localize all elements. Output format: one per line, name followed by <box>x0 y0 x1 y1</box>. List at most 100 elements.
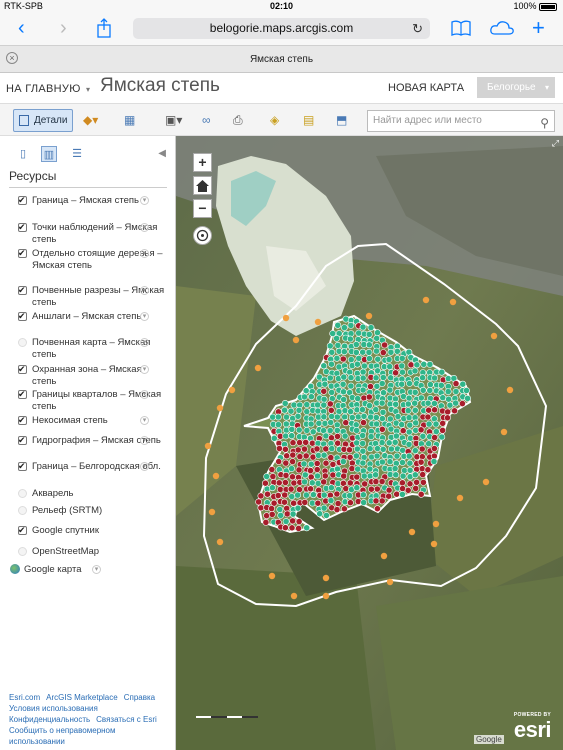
monitoring-point[interactable] <box>367 324 375 331</box>
layout-icon[interactable]: ▦ <box>124 113 135 127</box>
monitoring-point[interactable] <box>432 428 440 435</box>
tree-point[interactable] <box>452 380 460 387</box>
monitoring-point[interactable] <box>406 380 413 387</box>
tree-point[interactable] <box>276 485 284 493</box>
tree-point[interactable] <box>262 518 270 526</box>
footer-link-contact[interactable]: Связаться с Esri <box>96 715 157 724</box>
monitoring-point[interactable] <box>303 408 311 415</box>
monitoring-point[interactable] <box>368 453 375 461</box>
tree-point[interactable] <box>264 490 271 498</box>
tree-point[interactable] <box>339 355 347 363</box>
monitoring-point[interactable] <box>464 394 471 402</box>
layer-item[interactable]: Гидрография – Ямская степь▾ <box>18 434 168 447</box>
print-icon[interactable]: ⎙ <box>233 113 243 128</box>
monitoring-point[interactable] <box>308 479 316 487</box>
tree-point[interactable] <box>340 472 348 480</box>
tree-point[interactable] <box>281 491 289 499</box>
monitoring-point[interactable] <box>316 510 324 518</box>
monitoring-point[interactable] <box>411 367 419 375</box>
tree-point[interactable] <box>346 453 354 461</box>
monitoring-point[interactable] <box>354 465 362 473</box>
tree-point[interactable] <box>418 445 426 453</box>
collapse-sidebar-icon[interactable]: ◀ <box>158 148 166 159</box>
observation-point[interactable] <box>432 520 440 528</box>
tree-point[interactable] <box>399 485 406 492</box>
monitoring-point[interactable] <box>425 440 433 448</box>
monitoring-point[interactable] <box>373 347 380 355</box>
tree-point[interactable] <box>301 498 309 506</box>
monitoring-point[interactable] <box>287 407 295 415</box>
monitoring-point[interactable] <box>340 324 348 331</box>
monitoring-point[interactable] <box>360 453 368 461</box>
tree-point[interactable] <box>289 517 296 525</box>
tree-point[interactable] <box>451 407 458 415</box>
monitoring-point[interactable] <box>392 400 400 408</box>
content-tab-icon[interactable]: ▥ <box>41 146 57 162</box>
chevron-down-icon[interactable]: ▾ <box>140 196 149 205</box>
monitoring-point[interactable] <box>339 458 347 465</box>
monitoring-point[interactable] <box>392 471 400 479</box>
monitoring-point[interactable] <box>365 348 373 356</box>
monitoring-point[interactable] <box>417 394 425 402</box>
tree-point[interactable] <box>417 426 425 434</box>
monitoring-point[interactable] <box>347 356 355 363</box>
monitoring-point[interactable] <box>327 382 335 390</box>
monitoring-point[interactable] <box>365 330 373 338</box>
home-extent-button[interactable] <box>193 176 212 195</box>
directions-icon[interactable]: ◈ <box>270 113 279 127</box>
tree-point[interactable] <box>290 479 298 487</box>
tree-point[interactable] <box>295 524 302 532</box>
tree-point[interactable] <box>354 498 362 505</box>
monitoring-point[interactable] <box>425 420 433 428</box>
monitoring-point[interactable] <box>387 374 395 382</box>
layer-item[interactable]: Почвенная карта – Ямская степь ▾ <box>18 337 168 361</box>
monitoring-point[interactable] <box>399 368 406 376</box>
locate-button[interactable] <box>193 226 212 245</box>
tree-point[interactable] <box>424 466 432 474</box>
monitoring-point[interactable] <box>347 408 354 415</box>
monitoring-point[interactable] <box>360 362 368 370</box>
monitoring-point[interactable] <box>438 368 446 376</box>
monitoring-point[interactable] <box>275 421 282 428</box>
observation-point[interactable] <box>322 574 330 582</box>
observation-point[interactable] <box>422 296 430 304</box>
tree-point[interactable] <box>296 486 303 493</box>
monitoring-point[interactable] <box>327 484 335 492</box>
monitoring-point[interactable] <box>398 354 406 362</box>
monitoring-point[interactable] <box>283 413 290 421</box>
tree-point[interactable] <box>413 478 420 486</box>
tree-point[interactable] <box>353 473 361 481</box>
tree-point[interactable] <box>282 459 290 467</box>
tree-point[interactable] <box>295 466 303 474</box>
monitoring-point[interactable] <box>419 432 427 440</box>
monitoring-point[interactable] <box>430 458 438 465</box>
monitoring-point[interactable] <box>328 388 336 396</box>
monitoring-point[interactable] <box>438 433 446 441</box>
monitoring-point[interactable] <box>420 360 428 368</box>
monitoring-point[interactable] <box>413 361 421 369</box>
chevron-down-icon[interactable]: ▾ <box>140 436 149 445</box>
tree-point[interactable] <box>289 458 296 465</box>
tree-point[interactable] <box>322 459 330 467</box>
tree-point[interactable] <box>268 510 276 518</box>
monitoring-point[interactable] <box>327 497 335 504</box>
tree-point[interactable] <box>398 479 406 487</box>
tree-point[interactable] <box>326 400 334 408</box>
chevron-down-icon[interactable]: ▾ <box>140 365 149 374</box>
search-icon[interactable]: ⚲ <box>540 113 549 133</box>
tree-point[interactable] <box>365 393 373 401</box>
observation-point[interactable] <box>365 312 373 320</box>
monitoring-point[interactable] <box>359 447 367 455</box>
monitoring-point[interactable] <box>340 348 348 356</box>
monitoring-point[interactable] <box>320 491 328 499</box>
tree-point[interactable] <box>399 427 407 435</box>
monitoring-point[interactable] <box>341 432 349 440</box>
tree-point[interactable] <box>257 492 265 500</box>
tree-point[interactable] <box>301 445 308 453</box>
observation-point[interactable] <box>314 318 322 326</box>
monitoring-point[interactable] <box>392 432 400 440</box>
observation-point[interactable] <box>482 478 490 486</box>
monitoring-point[interactable] <box>353 360 361 368</box>
tree-point[interactable] <box>282 445 289 453</box>
cloud-icon[interactable] <box>489 20 515 36</box>
